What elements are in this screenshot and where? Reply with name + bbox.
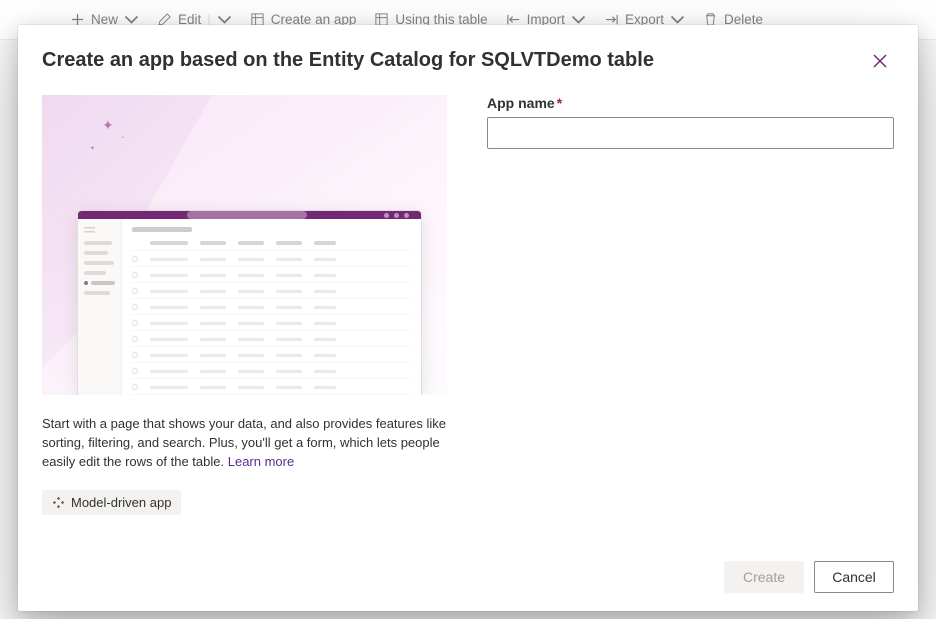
model-driven-icon	[52, 496, 65, 509]
modal-footer: Create Cancel	[42, 547, 894, 593]
illustration: ✦ ✦ •	[42, 95, 447, 395]
left-column: ✦ ✦ •	[42, 95, 447, 547]
create-app-modal: Create an app based on the Entity Catalo…	[18, 25, 918, 611]
learn-more-link[interactable]: Learn more	[228, 454, 294, 469]
sparkle-icon: ✦	[102, 117, 114, 134]
modal-description: Start with a page that shows your data, …	[42, 415, 447, 472]
cancel-button[interactable]: Cancel	[814, 561, 894, 593]
required-indicator: *	[557, 95, 562, 111]
right-column: App name*	[487, 95, 894, 547]
app-type-badge: Model-driven app	[42, 490, 181, 515]
badge-label: Model-driven app	[71, 495, 171, 510]
app-name-input[interactable]	[487, 117, 894, 149]
modal-header: Create an app based on the Entity Catalo…	[42, 47, 894, 75]
app-name-label: App name*	[487, 95, 894, 111]
modal-title: Create an app based on the Entity Catalo…	[42, 47, 654, 73]
mock-app-window	[77, 210, 422, 395]
create-button[interactable]: Create	[724, 561, 804, 593]
sparkle-icon: ✦	[90, 145, 95, 152]
modal-body: ✦ ✦ •	[42, 95, 894, 547]
close-icon	[873, 54, 887, 68]
sparkle-icon: •	[122, 135, 124, 141]
close-button[interactable]	[866, 47, 894, 75]
